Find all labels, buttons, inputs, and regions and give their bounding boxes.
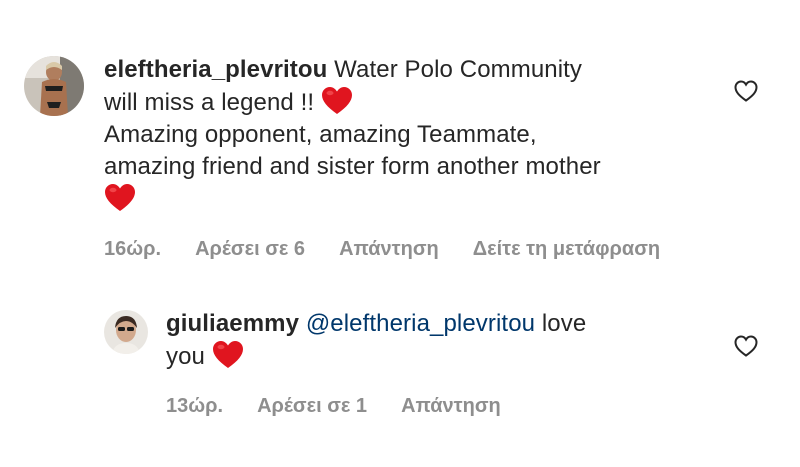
comment-meta: 16ώρ. Αρέσει σε 6 Απάντηση Δείτε τη μετάφρα…: [104, 238, 734, 261]
comment-text: eleftheria_plevritou Water Polo Communit…: [104, 54, 734, 216]
comment-text-line: Amazing opponent, amazing Teammate,: [104, 121, 537, 148]
mention-link[interactable]: @eleftheria_plevritou: [306, 310, 535, 337]
see-translation-button[interactable]: Δείτε τη μετάφραση: [473, 238, 660, 260]
reply-button[interactable]: Απάντηση: [339, 238, 439, 260]
heart-outline-icon[interactable]: [734, 80, 758, 102]
heart-outline-icon[interactable]: [734, 335, 758, 357]
comment-text: giuliaemmy @eleftheria_plevritou love yo…: [166, 308, 726, 373]
comment-text-line: you: [166, 343, 212, 370]
likes-count-button[interactable]: Αρέσει σε 6: [195, 238, 305, 260]
comment-time: 16ώρ.: [104, 238, 162, 260]
red-heart-emoji: [212, 341, 243, 368]
red-heart-emoji: [321, 87, 352, 114]
comment-time: 13ώρ.: [166, 395, 224, 417]
comment-username[interactable]: eleftheria_plevritou: [104, 56, 327, 83]
comment-body: eleftheria_plevritou Water Polo Communit…: [104, 54, 734, 261]
avatar[interactable]: [104, 310, 148, 354]
comment-body: giuliaemmy @eleftheria_plevritou love yo…: [166, 308, 726, 418]
avatar[interactable]: [24, 56, 84, 116]
comment-username[interactable]: giuliaemmy: [166, 310, 299, 337]
comment-text-line: amazing friend and sister form another m…: [104, 153, 601, 180]
likes-count-button[interactable]: Αρέσει σε 1: [257, 395, 367, 417]
comment-meta: 13ώρ. Αρέσει σε 1 Απάντηση: [166, 395, 726, 418]
comment-text-line: love: [535, 310, 587, 337]
red-heart-emoji: [105, 184, 135, 211]
reply-button[interactable]: Απάντηση: [401, 395, 501, 417]
comment-text-line: Water Polo Community: [327, 56, 583, 83]
comment-text-line: will miss a legend !!: [104, 89, 321, 116]
